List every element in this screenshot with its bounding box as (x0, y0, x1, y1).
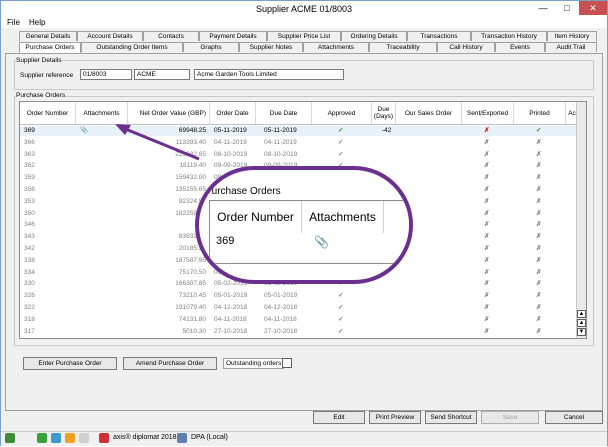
check-icon[interactable] (37, 433, 47, 443)
cancel-button[interactable]: Cancel (545, 411, 603, 424)
amend-purchase-order-button[interactable]: Amend Purchase Order (123, 357, 217, 370)
enter-purchase-order-button[interactable]: Enter Purchase Order (23, 357, 117, 370)
save-button[interactable]: Save (481, 411, 539, 424)
zoom-grid: Order Number Attachments 369 📎 (209, 200, 409, 264)
send-shortcut-button[interactable]: Send Shortcut (425, 411, 477, 424)
outstanding-orders-checkbox[interactable] (282, 358, 292, 368)
app-window: Supplier ACME 01/8003 — □ ✕ File Help Ge… (0, 0, 608, 446)
status-database: DPA (Local) (191, 434, 228, 441)
refresh-icon[interactable] (5, 433, 15, 443)
print-preview-button[interactable]: Print Preview (369, 411, 421, 424)
zoom-title: Purchase Orders (205, 186, 281, 197)
lock-icon[interactable] (65, 433, 75, 443)
zoom-callout: Purchase Orders Order Number Attachments… (195, 166, 413, 284)
sync-icon[interactable] (51, 433, 61, 443)
zoom-col-order-number: Order Number (210, 201, 302, 233)
status-app-name: axis® diplomat 2018 (113, 434, 177, 441)
status-bar: axis® diplomat 2018 DPA (Local) (1, 431, 607, 446)
database-icon (177, 433, 187, 443)
app-logo-icon (99, 433, 109, 443)
outstanding-orders-label: Outstanding orders (223, 358, 285, 369)
key-icon[interactable] (79, 433, 89, 443)
zoom-row-number: 369 (216, 235, 235, 247)
edit-button[interactable]: Edit (313, 411, 365, 424)
zoom-col-attachments: Attachments (302, 201, 384, 233)
zoom-paperclip-icon: 📎 (314, 235, 329, 249)
